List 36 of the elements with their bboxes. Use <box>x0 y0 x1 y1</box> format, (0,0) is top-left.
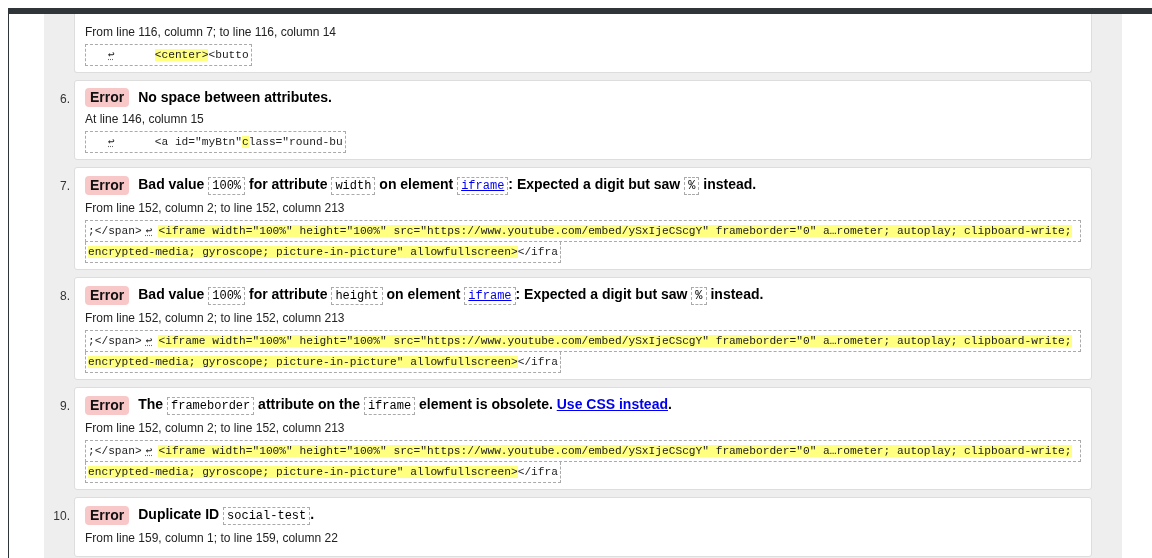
location-text: From line 152, column 2; to line 152, column 213 <box>85 310 346 327</box>
message-number: 6. <box>59 91 71 108</box>
message-number: 7. <box>59 178 71 195</box>
code-term: social-test <box>223 507 311 525</box>
location-text: From line 152, column 2; to line 152, column 213 <box>85 200 346 217</box>
code-term: 100% <box>208 177 246 195</box>
error-badge: Error <box>85 396 130 415</box>
code-term: width <box>331 177 376 195</box>
element-link[interactable]: iframe <box>464 287 516 305</box>
message-text: Duplicate ID social-test . <box>138 505 315 527</box>
element-link[interactable]: iframe <box>457 177 509 195</box>
code-term: % <box>684 177 700 195</box>
code-extract-line: encrypted-media; gyroscope; picture-in-picture" allowfullscreen></ifra <box>85 352 561 373</box>
error-badge: Error <box>85 88 130 107</box>
location-text: At line 146, column 15 <box>85 111 205 128</box>
message-number: 10. <box>52 508 71 525</box>
code-term: frameborder <box>167 397 255 415</box>
location-text: From line 159, column 1; to line 159, column 22 <box>85 530 339 547</box>
code-term: 100% <box>208 287 246 305</box>
code-term: % <box>691 287 707 305</box>
error-badge: Error <box>85 286 130 305</box>
help-link[interactable]: Use CSS instead <box>556 396 668 412</box>
location-text: From line 152, column 2; to line 152, column 213 <box>85 420 346 437</box>
message-text: No space between attributes. <box>138 88 332 107</box>
message-text: Bad value 100% for attribute width on element iframe : Expected a digit but saw % instead. <box>138 175 757 197</box>
message-number: 8. <box>59 288 71 305</box>
error-badge: Error <box>85 176 130 195</box>
code-extract-line: encrypted-media; gyroscope; picture-in-picture" allowfullscreen></ifra <box>85 462 561 483</box>
message-text: The frameborder attribute on the iframe element is obsolete. Use CSS instead. <box>138 395 672 417</box>
message-number: 9. <box>59 398 71 415</box>
code-term: height <box>331 287 383 305</box>
code-term: iframe <box>363 397 416 415</box>
message-text: Bad value 100% for attribute height on element iframe : Expected a digit but saw % instead. <box>138 285 764 307</box>
location-text: From line 116, column 7; to line 116, column 14 <box>85 24 338 41</box>
code-extract-line: encrypted-media; gyroscope; picture-in-picture" allowfullscreen></ifra <box>85 242 561 263</box>
error-badge: Error <box>85 506 130 525</box>
